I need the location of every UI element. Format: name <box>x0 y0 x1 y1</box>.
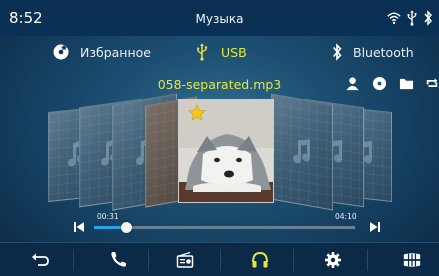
artist-icon[interactable] <box>345 76 360 91</box>
playback-progress: 00:31 04:10 <box>0 208 439 238</box>
usb-icon <box>197 43 208 61</box>
album-icon[interactable] <box>372 76 387 91</box>
favorites-disc-icon <box>53 44 69 60</box>
music-screen: 8:52 Музыка Избранное USB Bluetooth 058-… <box>0 0 439 276</box>
tab-favorites-label: Избранное <box>80 44 151 60</box>
tab-bluetooth[interactable]: Bluetooth <box>331 42 414 62</box>
folder-icon[interactable] <box>399 76 414 91</box>
page-title: Музыка <box>195 12 244 26</box>
radio-icon <box>176 251 194 268</box>
music-note-icon <box>293 139 310 164</box>
apps-icon <box>403 253 421 267</box>
settings-button[interactable] <box>313 243 353 276</box>
tab-bluetooth-label: Bluetooth <box>353 44 414 60</box>
phone-icon <box>111 252 126 267</box>
total-time: 04:10 <box>335 212 357 221</box>
tab-favorites[interactable]: Избранное <box>52 42 151 62</box>
bluetooth-icon <box>332 43 342 61</box>
progress-bar[interactable] <box>94 226 355 229</box>
tab-usb-label: USB <box>221 44 247 60</box>
next-track-icon[interactable] <box>369 221 381 233</box>
back-button[interactable] <box>20 243 60 276</box>
favorite-star-icon[interactable] <box>188 104 206 122</box>
radio-button[interactable] <box>165 243 205 276</box>
back-icon <box>32 253 49 266</box>
wifi-icon <box>387 12 401 24</box>
previous-track-icon[interactable] <box>73 221 85 233</box>
elapsed-time: 00:31 <box>97 212 119 221</box>
phone-button[interactable] <box>98 243 138 276</box>
apps-button[interactable] <box>392 243 432 276</box>
source-tabs: Избранное USB Bluetooth <box>0 36 439 68</box>
headphones-icon <box>252 251 268 268</box>
tab-usb[interactable]: USB <box>193 42 247 62</box>
bluetooth-status-icon <box>424 10 433 26</box>
album-cover-placeholder[interactable] <box>271 93 333 211</box>
settings-icon <box>325 252 341 268</box>
repeat-icon[interactable] <box>425 76 439 91</box>
progress-knob[interactable] <box>120 222 132 233</box>
status-bar: 8:52 Музыка <box>0 0 439 36</box>
usb-status-icon <box>407 10 417 26</box>
bottom-nav <box>0 242 439 276</box>
music-button[interactable] <box>240 243 280 276</box>
